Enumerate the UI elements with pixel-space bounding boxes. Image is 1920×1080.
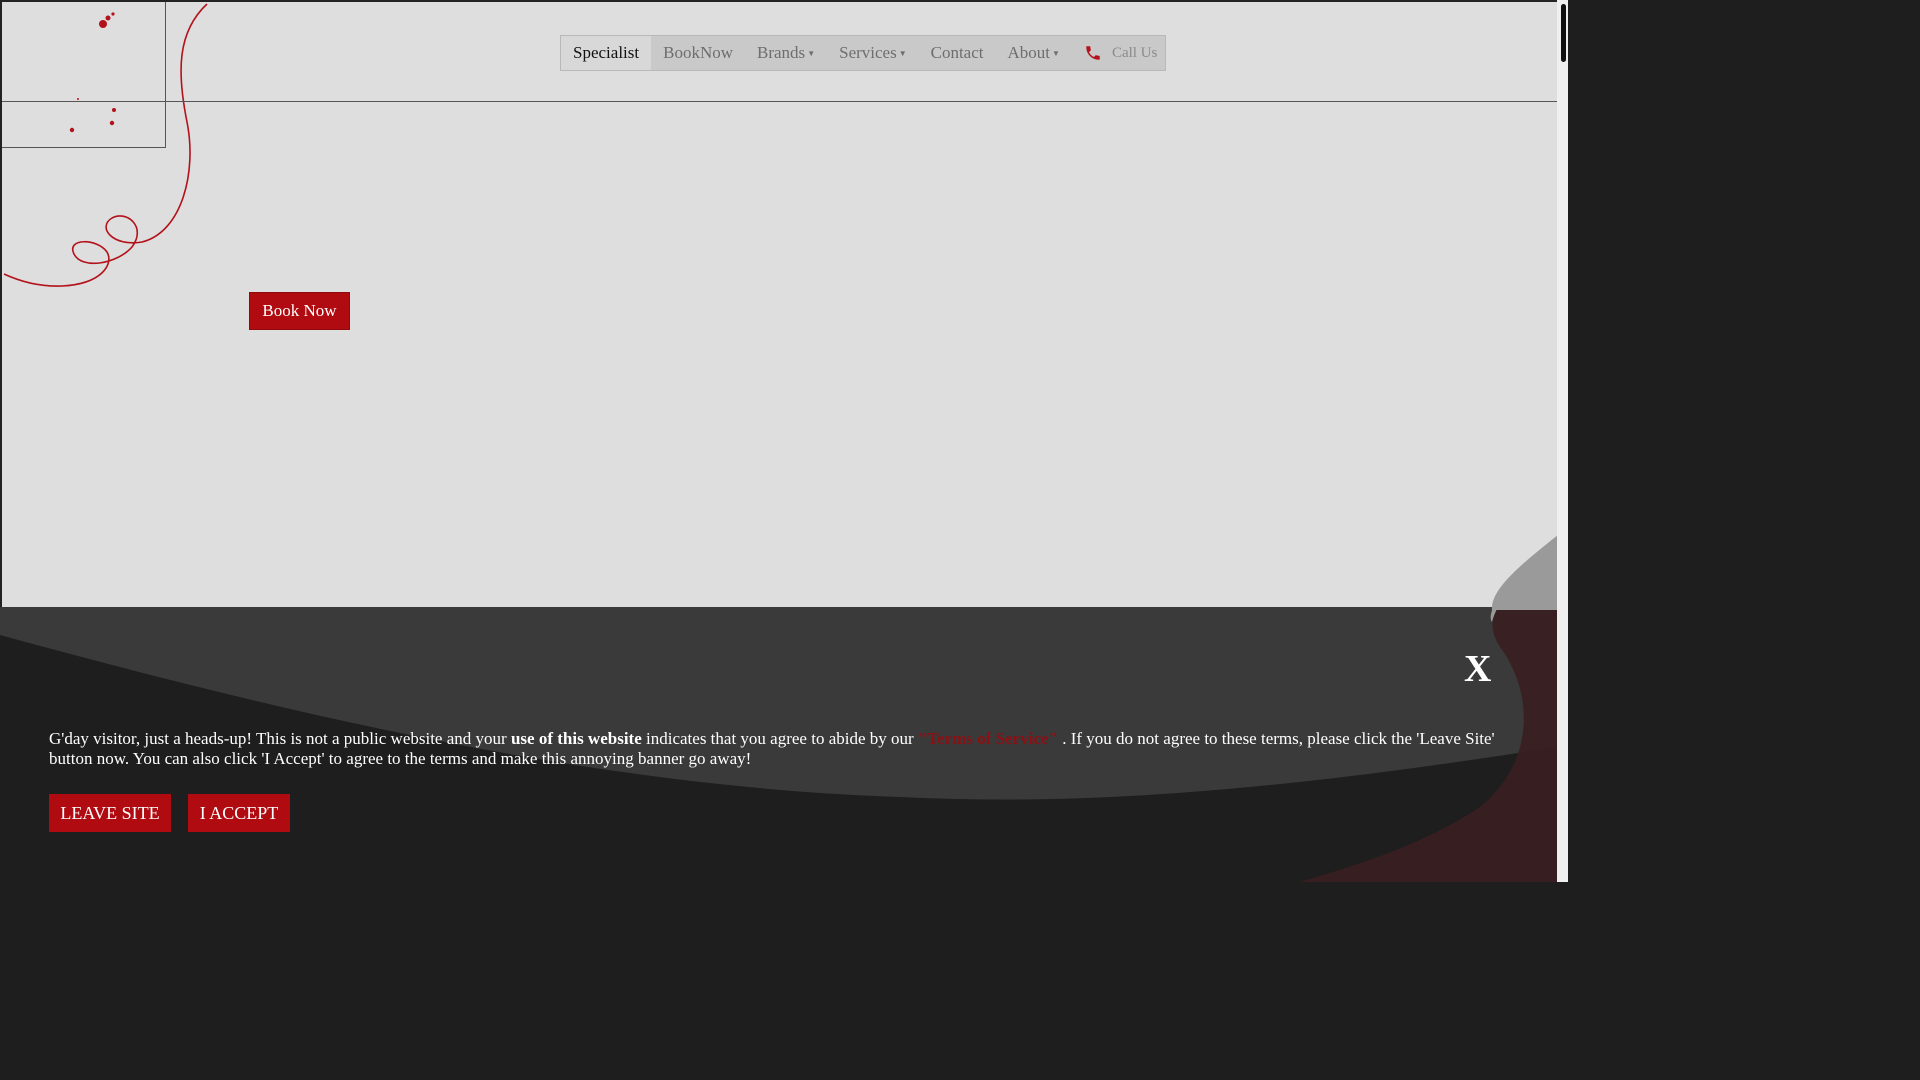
nav-item-label: About <box>1007 43 1051 62</box>
header-divider <box>2 101 1559 102</box>
decorative-swirl <box>3 3 208 287</box>
nav-item-label: Specialist <box>573 43 640 62</box>
vertical-scrollbar[interactable] <box>1557 0 1568 882</box>
accept-button[interactable]: I ACCEPT <box>188 794 290 832</box>
book-now-button[interactable]: Book Now <box>249 292 350 330</box>
banner-text-part: indicates that you agree to abide by our <box>641 729 918 748</box>
decorative-gray-wave <box>1491 535 1558 610</box>
nav-item-contact[interactable]: Contact <box>919 36 996 70</box>
banner-message: G'day visitor, just a heads-up! This is … <box>49 729 1499 769</box>
call-us-link[interactable]: Call Us <box>1072 36 1165 70</box>
nav-item-brands[interactable]: Brands ▼ <box>745 36 827 70</box>
call-us-label: Call Us <box>1111 44 1158 61</box>
scrollbar-thumb[interactable] <box>1561 4 1566 62</box>
nav-item-label: BookNow <box>663 43 734 62</box>
nav-item-label: Services <box>839 43 897 62</box>
nav-item-about[interactable]: About ▼ <box>996 36 1072 70</box>
caret-down-icon: ▼ <box>1052 48 1060 58</box>
nav-item-label: Contact <box>930 43 984 62</box>
caret-down-icon: ▼ <box>898 48 907 58</box>
banner-text-part: G'day visitor, just a heads-up! This is … <box>49 729 511 748</box>
nav-item-label: Brands <box>757 43 806 62</box>
caret-down-icon: ▼ <box>807 48 816 58</box>
book-now-label: Book Now <box>262 301 337 320</box>
main-nav: Specialist BookNow Brands ▼ Services ▼ C… <box>560 35 1166 71</box>
nav-item-booknow[interactable]: BookNow <box>651 36 745 70</box>
leave-site-label: LEAVE SITE <box>60 802 160 823</box>
banner-text-bold: use of this website <box>510 729 642 748</box>
nav-item-services[interactable]: Services ▼ <box>827 36 919 70</box>
accept-label: I ACCEPT <box>199 802 279 823</box>
phone-icon <box>1086 46 1100 60</box>
nav-item-specialist[interactable]: Specialist <box>561 36 652 70</box>
leave-site-button[interactable]: LEAVE SITE <box>49 794 171 832</box>
close-banner-button[interactable]: X <box>1464 650 1491 688</box>
terms-of-service-link[interactable]: "Terms of Service" <box>918 729 1058 748</box>
